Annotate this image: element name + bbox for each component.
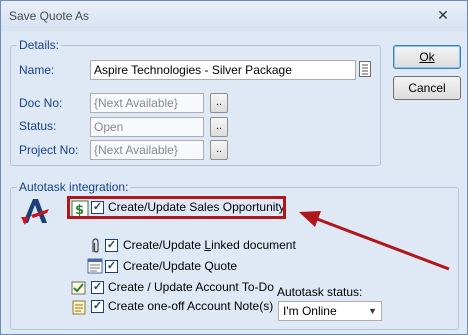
title-bar: Save Quote As ✕ (1, 1, 467, 31)
name-label: Name: (19, 63, 55, 77)
cancel-button[interactable]: Cancel (393, 76, 461, 100)
quote-checkbox[interactable]: ✓ (105, 260, 118, 273)
ok-button[interactable]: Ok (393, 45, 461, 69)
project-no-browse-button[interactable]: .. (210, 140, 228, 160)
save-quote-dialog: Save Quote As ✕ Details: Name: Aspire Te… (0, 0, 468, 335)
project-no-label: Project No: (19, 143, 79, 157)
quote-label: Create/Update Quote (123, 259, 238, 273)
account-todo-label: Create / Update Account To-Do (108, 280, 274, 294)
quote-document-icon (87, 258, 103, 274)
chevron-down-icon: ▼ (368, 306, 377, 316)
autotask-group-title: Autotask integration: (17, 180, 131, 194)
project-no-field[interactable]: {Next Available} (90, 140, 204, 160)
autotask-status-select[interactable]: I'm Online ▼ (278, 301, 382, 321)
doc-no-label: Doc No: (19, 96, 63, 110)
details-group-title: Details: (17, 38, 62, 52)
status-field[interactable]: Open (90, 117, 204, 137)
linked-document-checkbox[interactable]: ✓ (105, 239, 118, 252)
highlight-box (67, 196, 286, 219)
autotask-status-value: I'm Online (283, 304, 337, 318)
autotask-status-label: Autotask status: (277, 285, 363, 299)
status-label: Status: (19, 119, 57, 133)
account-note-label: Create one-off Account Note(s) (108, 299, 274, 313)
window-title: Save Quote As (9, 9, 90, 23)
annotation-arrow (299, 211, 450, 271)
doc-no-browse-button[interactable]: .. (210, 93, 228, 113)
account-note-checkbox[interactable]: ✓ (91, 300, 104, 313)
autotask-logo-icon (21, 199, 49, 225)
todo-icon (71, 281, 86, 295)
cancel-button-label: Cancel (408, 81, 446, 95)
doc-no-field[interactable]: {Next Available} (90, 93, 204, 113)
note-icon (72, 300, 86, 315)
ok-button-label: Ok (419, 50, 435, 64)
status-browse-button[interactable]: .. (210, 117, 228, 137)
account-todo-checkbox[interactable]: ✓ (91, 281, 104, 294)
linked-document-label: Create/Update Linked document (123, 238, 296, 252)
name-field[interactable]: Aspire Technologies - Silver Package (90, 60, 356, 80)
close-button[interactable]: ✕ (433, 6, 453, 24)
notes-icon[interactable] (359, 61, 371, 77)
paperclip-icon (92, 238, 99, 253)
